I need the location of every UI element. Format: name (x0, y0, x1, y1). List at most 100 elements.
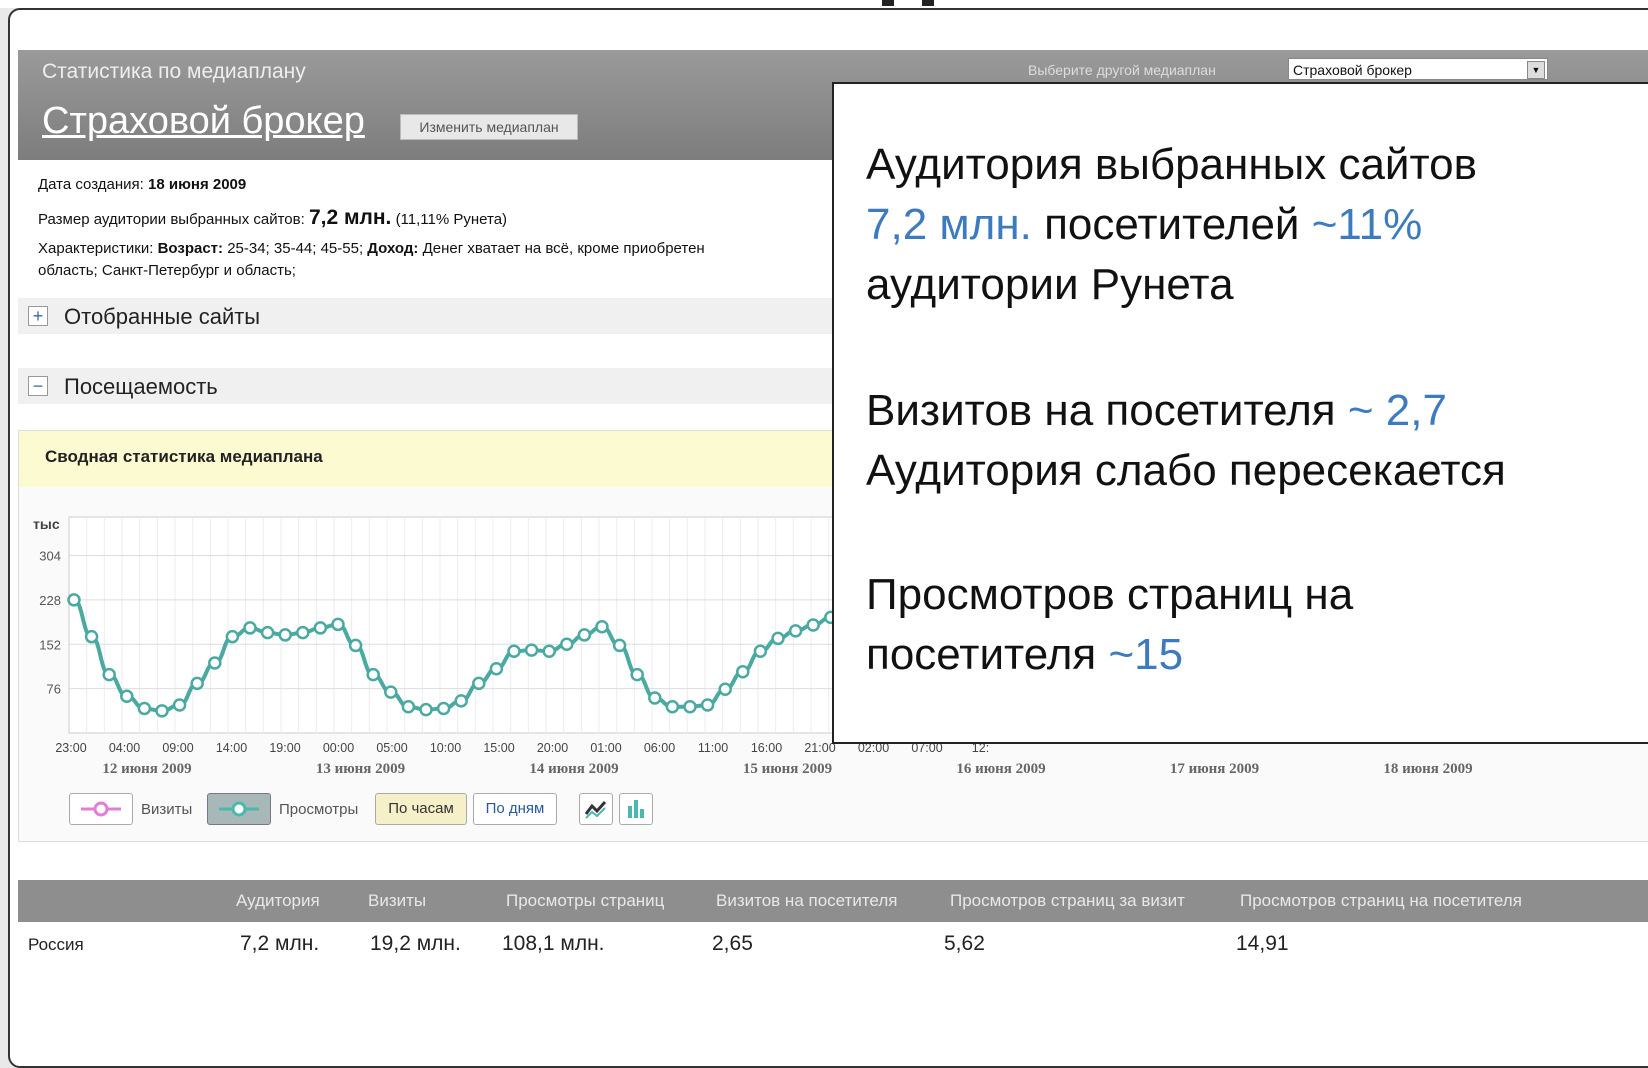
data-point (208, 656, 222, 670)
callout-line-4: Визитов на посетителя ~ 2,7 (866, 386, 1447, 436)
line-chart-button[interactable] (579, 793, 613, 825)
callout-line-5: Аудитория слабо пересекается (866, 446, 1506, 495)
data-point (419, 702, 433, 717)
data-point (120, 689, 134, 703)
table-cell: 7,2 млн. (240, 932, 320, 955)
x-tick-label: 23:00 (55, 741, 86, 755)
characteristics: Характеристики: Возраст: 25-34; 35-44; 4… (38, 240, 818, 257)
date-label: 13 июня 2009 (316, 761, 405, 777)
page-title[interactable]: Страховой брокер (42, 100, 365, 143)
column-header: Просмотров страниц за визит (950, 891, 1185, 910)
data-point (260, 625, 275, 640)
chart-controls: Визиты Просмотры По часам По дням (19, 779, 1648, 843)
x-tick-label: 16:00 (751, 741, 782, 755)
date-label: 14 июня 2009 (529, 761, 618, 777)
visits-label: Визиты (141, 801, 193, 818)
minus-icon[interactable]: − (28, 376, 48, 396)
income-label: Доход: (367, 240, 419, 257)
data-point (560, 637, 574, 652)
table-cell: 5,62 (944, 932, 985, 955)
data-point (806, 618, 820, 632)
date-label: 17 июня 2009 (1170, 761, 1259, 777)
table-row: Россия 7,2 млн. 19,2 млн. 108,1 млн. 2,65 5,6… (18, 922, 1648, 962)
chevron-down-icon[interactable]: ▼ (1527, 61, 1545, 79)
data-point (243, 621, 257, 635)
data-point (771, 631, 785, 646)
x-tick-label: 06:00 (644, 741, 675, 755)
table-cell: 19,2 млн. (370, 932, 461, 955)
data-point (313, 621, 328, 635)
callout-line-6: Просмотров страниц на (866, 570, 1354, 619)
age-label: Возраст: (157, 240, 224, 257)
data-point (225, 629, 240, 644)
date-label: 16 июня 2009 (956, 761, 1045, 777)
by-days-button[interactable]: По дням (473, 793, 557, 825)
data-point (648, 691, 662, 705)
data-point (507, 644, 521, 659)
line-chart-icon (584, 801, 607, 819)
data-point (137, 701, 152, 716)
mediaplan-select[interactable]: Страховой брокер ▼ (1288, 58, 1548, 80)
column-header: Просмотры страниц (506, 891, 665, 910)
mediaplan-select-value: Страховой брокер (1293, 62, 1412, 78)
column-header: Просмотров страниц на посетителя (1240, 891, 1522, 910)
callout-line-1: Аудитория выбранных сайтов (866, 140, 1478, 189)
column-header: Визитов на посетителя (716, 891, 898, 910)
callout-visits-value: ~ 2,7 (1347, 386, 1447, 435)
bar-chart-icon (628, 800, 644, 818)
data-point (524, 643, 539, 657)
change-mediaplan-button[interactable]: Изменить медиаплан (400, 114, 578, 140)
x-tick-label: 05:00 (376, 741, 407, 755)
row-country: Россия (28, 935, 84, 954)
data-point (665, 699, 680, 714)
slide-frame: Статистика по медиаплану Страховой броке… (8, 8, 1648, 1068)
select-label: Выберите другой медиаплан (1028, 62, 1216, 78)
x-tick-label: 00:00 (323, 741, 354, 755)
data-point (67, 593, 81, 607)
callout-views-value: ~15 (1108, 630, 1184, 679)
callout-line-2: 7,2 млн. посетителей ~11% (866, 200, 1422, 250)
x-tick-label: 20:00 (537, 741, 568, 755)
callout-share-value: ~11% (1311, 200, 1423, 249)
x-tick-label: 15:00 (483, 741, 514, 755)
stats-table-header: Аудитория Визиты Просмотры страниц Визитов … (18, 880, 1648, 922)
data-point (278, 628, 292, 642)
date-label: 15 июня 2009 (743, 761, 832, 777)
data-point (595, 620, 609, 634)
data-point (472, 676, 486, 691)
data-point (542, 644, 556, 659)
chars-label: Характеристики: (38, 240, 154, 257)
data-point (630, 667, 644, 682)
visits-toggle-button[interactable] (69, 793, 133, 825)
top-mark (922, 0, 934, 6)
data-point (788, 624, 803, 638)
income-value: Денег хватает на всё, кроме приобретен (422, 240, 705, 257)
characteristics-line2: область; Санкт-Петербург и область; (38, 262, 296, 279)
date-label: 12 июня 2009 (102, 761, 191, 777)
data-point (172, 698, 187, 712)
created-label: Дата создания: (38, 176, 144, 193)
data-point (700, 698, 715, 712)
data-point (753, 644, 768, 659)
by-hours-button[interactable]: По часам (375, 793, 467, 825)
data-point (366, 667, 380, 682)
callout-visits-text: Визитов на посетителя (866, 386, 1348, 435)
callout-audience-value: 7,2 млн. (866, 200, 1032, 249)
selected-sites-label: Отобранные сайты (64, 304, 261, 329)
x-tick-label: 14:00 (216, 741, 247, 755)
size-value: 7,2 млн. (308, 206, 392, 229)
views-series-icon (219, 801, 259, 817)
x-tick-label: 04:00 (109, 741, 140, 755)
date-label: 18 июня 2009 (1383, 761, 1472, 777)
chart-heading: Сводная статистика медиаплана (45, 447, 323, 466)
data-point (348, 638, 363, 653)
views-toggle-button[interactable] (207, 793, 271, 825)
size-note: (11,11% Рунета) (395, 211, 508, 228)
plus-icon[interactable]: + (28, 306, 48, 326)
callout-visitors-text: посетителей (1031, 200, 1312, 249)
y-tick-label: 76 (47, 682, 61, 697)
data-point (384, 685, 398, 699)
visits-series-icon (81, 801, 121, 817)
data-point (155, 704, 169, 718)
bar-chart-button[interactable] (619, 793, 653, 825)
